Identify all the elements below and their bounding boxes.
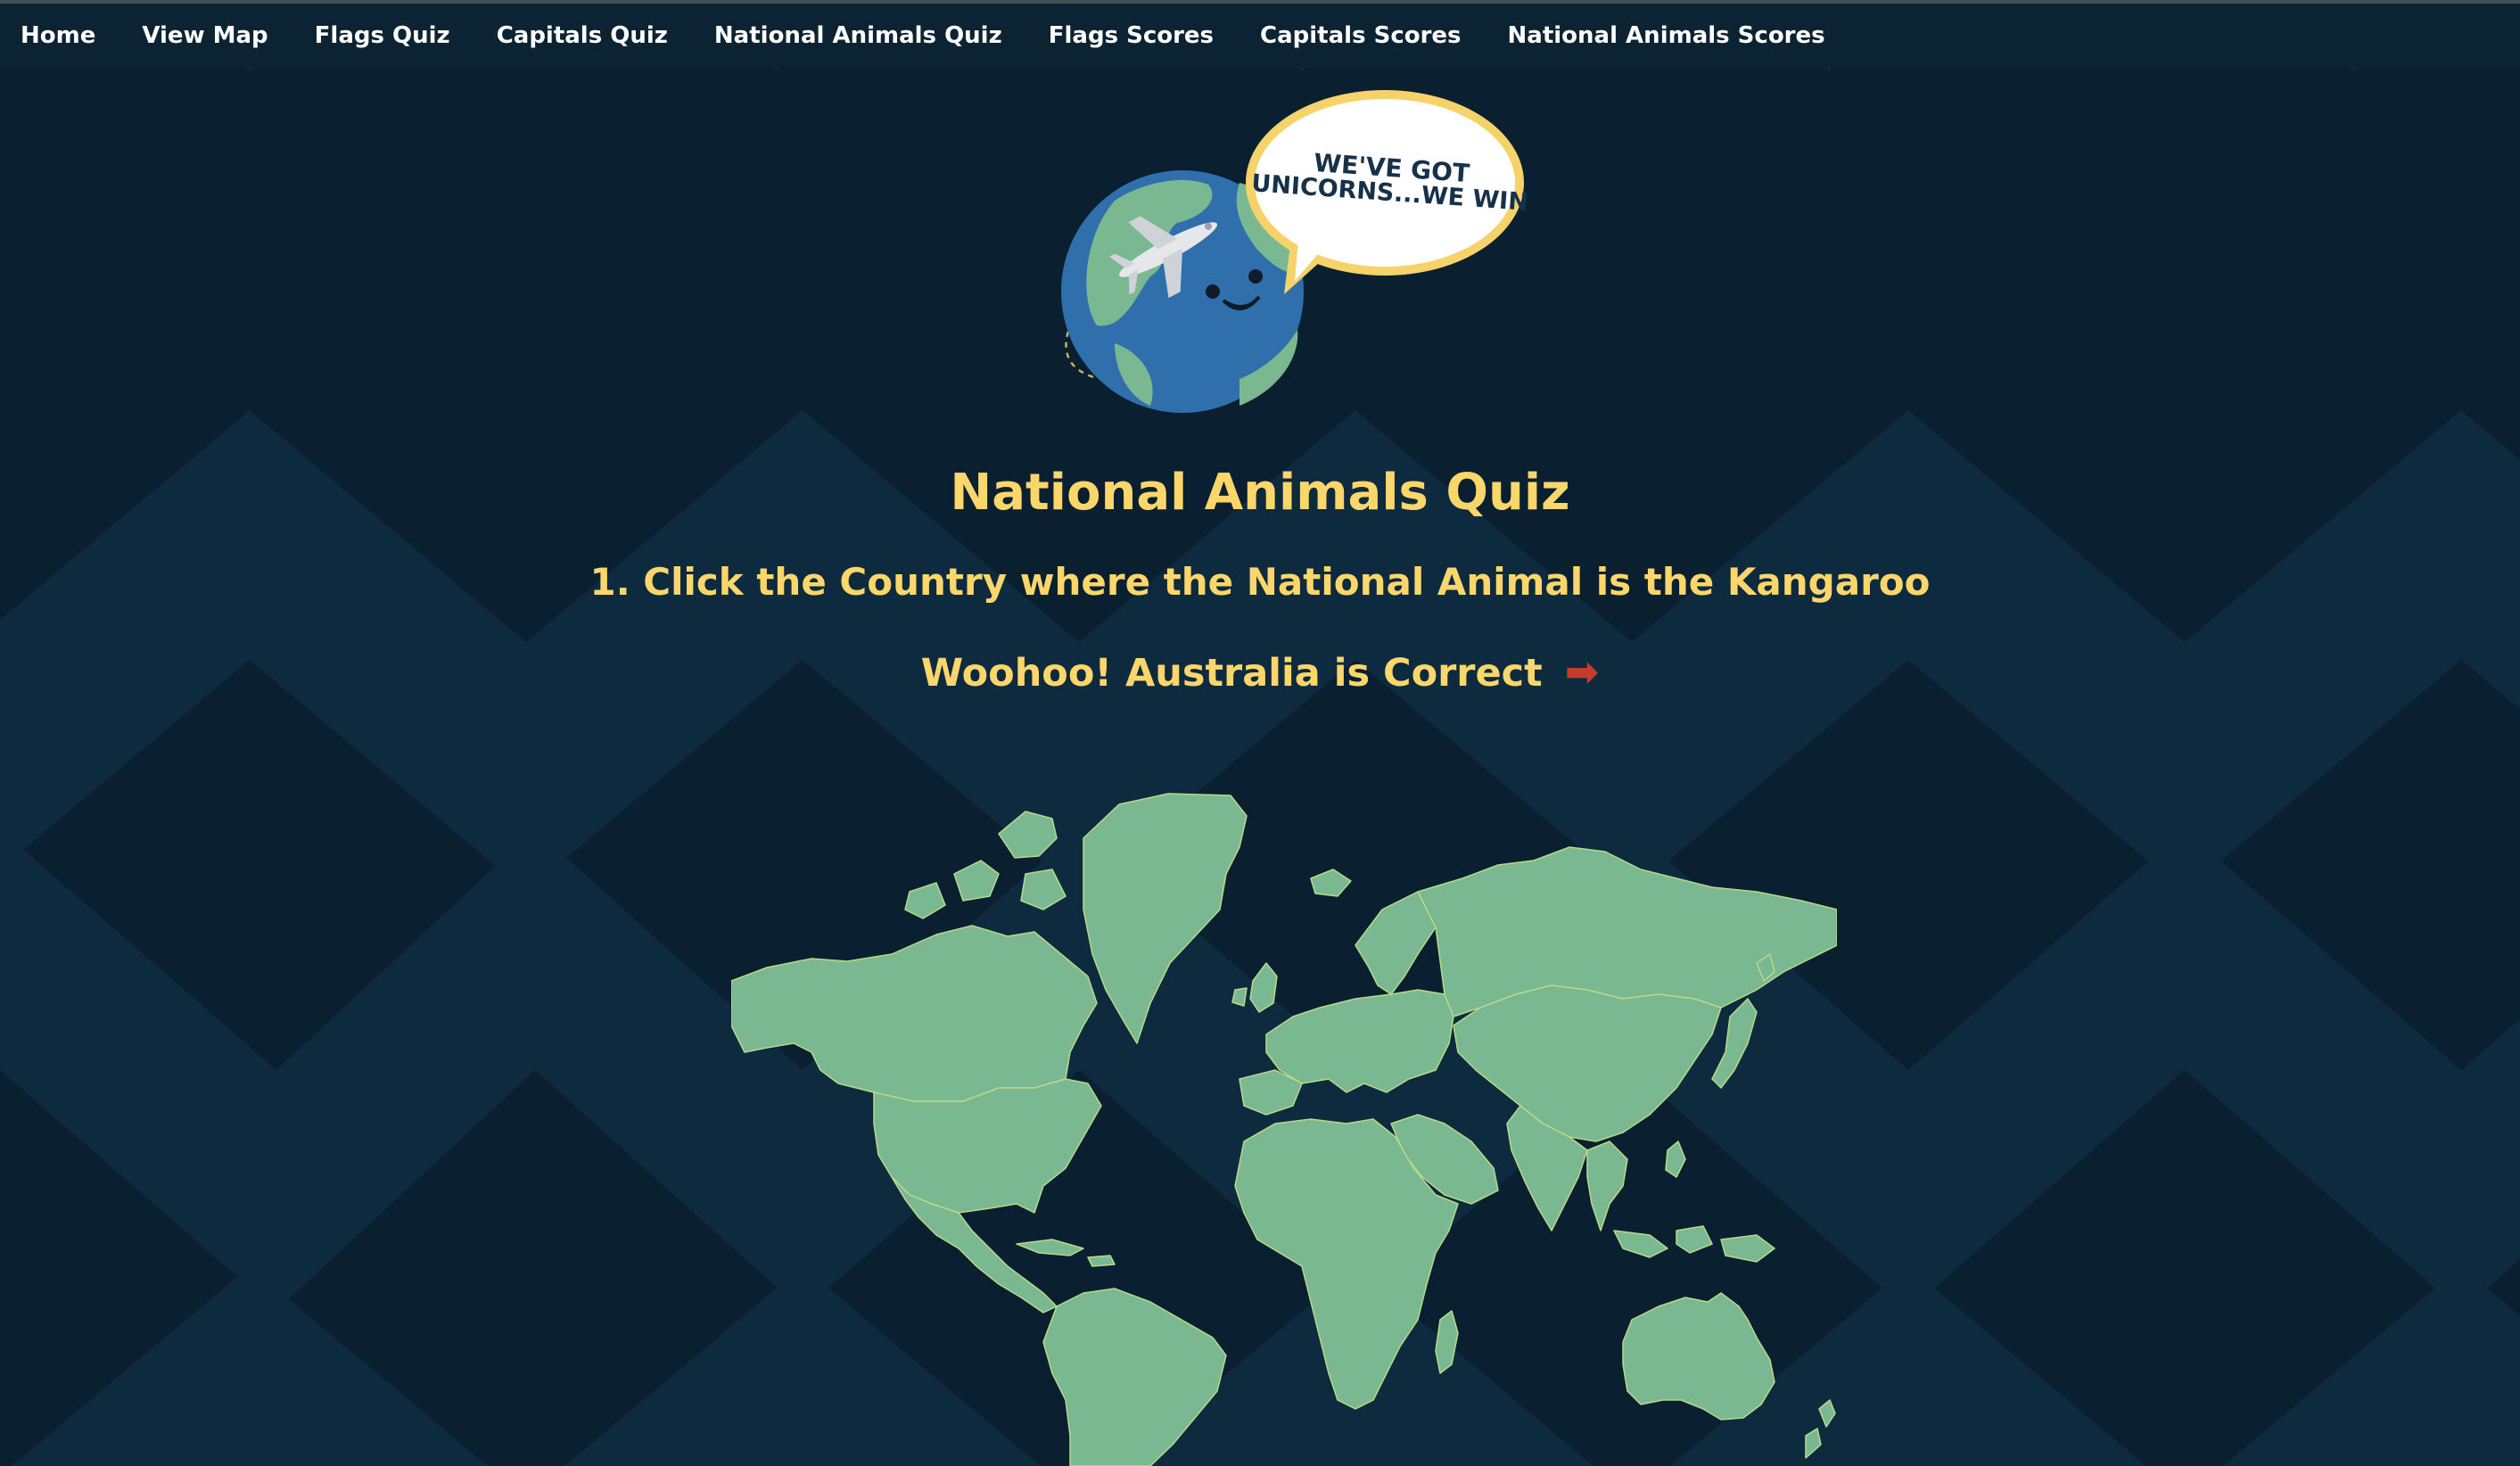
nav-flags-scores-link[interactable]: Flags Scores [1049, 22, 1214, 49]
page-title: National Animals Quiz [950, 464, 1570, 522]
nav-home-link[interactable]: Home [21, 22, 95, 49]
map-country-russia[interactable] [1417, 846, 1837, 1017]
feedback-text: Woohoo! Australia is Correct [920, 651, 1543, 696]
map-country-indonesia[interactable] [1613, 1225, 1775, 1263]
nav-national-animals-scores-link[interactable]: National Animals Scores [1508, 22, 1825, 49]
nav-national-animals-quiz-link[interactable]: National Animals Quiz [714, 22, 1002, 49]
world-map[interactable] [731, 785, 1837, 1466]
map-country-thailand[interactable] [1586, 1141, 1628, 1231]
map-country-europe[interactable] [1265, 989, 1454, 1093]
map-country-united-kingdom[interactable] [1231, 962, 1278, 1013]
nav-view-map-link[interactable]: View Map [142, 22, 268, 49]
map-country-canada-islands[interactable] [904, 811, 1066, 919]
main-content: WE'VE GOT UNICORNS...WE WIN National Ani… [0, 0, 2520, 1466]
map-country-brazil[interactable] [1042, 1288, 1227, 1466]
map-country-philippines[interactable] [1665, 1141, 1686, 1178]
map-country-greenland[interactable] [1083, 793, 1248, 1044]
map-country-madagascar[interactable] [1435, 1310, 1459, 1374]
quiz-question: 1. Click the Country where the National … [589, 560, 1931, 604]
map-country-new-zealand[interactable] [1805, 1399, 1836, 1459]
map-country-cuba[interactable] [1016, 1239, 1116, 1267]
map-country-australia[interactable] [1622, 1292, 1775, 1421]
map-country-iceland[interactable] [1310, 869, 1352, 897]
globe-logo: WE'VE GOT UNICORNS...WE WIN [1061, 90, 1529, 413]
nav-capitals-quiz-link[interactable]: Capitals Quiz [497, 22, 668, 49]
speech-bubble: WE'VE GOT UNICORNS...WE WIN [1246, 90, 1529, 294]
next-arrow-icon[interactable]: ➡ [1565, 647, 1600, 696]
map-country-china[interactable] [1453, 984, 1722, 1142]
nav-capitals-scores-link[interactable]: Capitals Scores [1260, 22, 1462, 49]
top-navigation-bar: Home View Map Flags Quiz Capitals Quiz N… [0, 4, 2520, 68]
nav-flags-quiz-link[interactable]: Flags Quiz [315, 22, 450, 49]
map-country-canada[interactable] [731, 925, 1098, 1102]
answer-feedback: Woohoo! Australia is Correct ➡ [0, 647, 2520, 696]
